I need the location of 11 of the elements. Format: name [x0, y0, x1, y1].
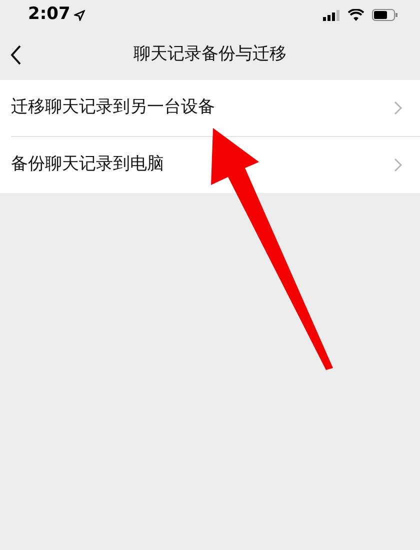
battery-icon — [372, 9, 398, 21]
chevron-icon — [394, 101, 402, 115]
wifi-icon — [348, 9, 364, 21]
menu-item-label: 迁移聊天记录到另一台设备 — [11, 96, 215, 120]
back-icon[interactable] — [10, 45, 22, 65]
menu-item-label: 备份聊天记录到电脑 — [11, 153, 164, 176]
signal-icon — [323, 10, 340, 20]
location-icon — [74, 10, 86, 20]
chevron-icon — [394, 158, 402, 172]
page-title: 聊天记录备份与迁移 — [134, 43, 286, 66]
status-time: 2:07 — [28, 3, 70, 26]
